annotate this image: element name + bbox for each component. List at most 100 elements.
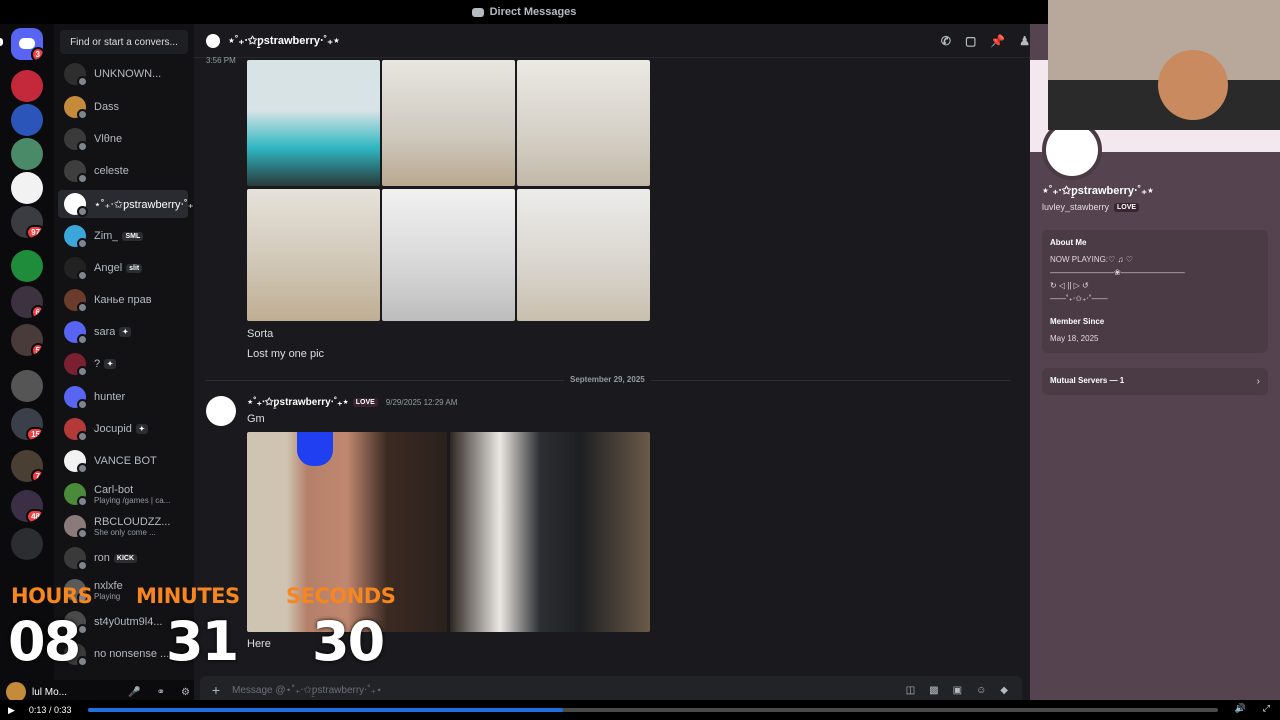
server-folder[interactable]: 15 (11, 408, 43, 440)
image-attachment[interactable] (247, 189, 380, 321)
dm-item[interactable]: celeste (58, 157, 188, 185)
user-name: lul Mo... (32, 686, 68, 698)
dm-item[interactable]: Angel slit (58, 254, 188, 282)
dm-text: UNKNOWN... (94, 68, 161, 80)
headphones-icon[interactable]: ⚭ (157, 687, 165, 698)
author-avatar[interactable] (206, 396, 236, 426)
apps-icon[interactable]: ◆ (1000, 685, 1008, 696)
dm-item[interactable]: Carl-bot Playing /games | ca... (58, 480, 188, 508)
message-author[interactable]: ⋆˚₊‧✩ƿ̱strawberry‧˚₊⋆ LOVE 9/29/2025 12:… (247, 397, 457, 408)
dm-name: hunter (94, 391, 126, 403)
server-icon[interactable] (11, 528, 43, 560)
server-icon[interactable] (11, 104, 43, 136)
dm-item[interactable]: Канье прав (58, 286, 188, 314)
server-folder[interactable]: 7 (11, 450, 43, 482)
image-attachment[interactable] (517, 60, 650, 186)
search-input[interactable]: Find or start a convers... (60, 30, 188, 54)
seek-bar[interactable] (88, 708, 1218, 712)
mutual-servers[interactable]: Mutual Servers — 1 › (1042, 368, 1268, 395)
dm-name: sara (94, 326, 116, 338)
dm-item[interactable]: Jocupid ✦ (58, 415, 188, 443)
playback-time: 0:13 / 0:33 (28, 705, 72, 715)
author-name[interactable]: ⋆˚₊‧✩ƿ̱strawberry‧˚₊⋆ (247, 397, 349, 408)
server-folder[interactable]: 48 (11, 490, 43, 522)
member-since-heading: Member Since (1050, 317, 1105, 326)
avatar (64, 96, 88, 120)
gift-icon[interactable]: ◫ (906, 685, 915, 696)
settings-gear-icon[interactable]: ⚙ (181, 687, 190, 698)
dm-tag: ✦ (104, 359, 116, 369)
play-icon[interactable]: ▶ (8, 705, 15, 716)
dm-text: hunter (94, 391, 125, 403)
server-folder[interactable]: 6 (11, 286, 43, 318)
home-button[interactable]: 3 (11, 28, 43, 60)
image-attachment[interactable] (450, 432, 650, 632)
image-attachment[interactable] (517, 189, 650, 321)
server-folder[interactable]: 97 (11, 206, 43, 238)
voice-call-icon[interactable]: ✆ (941, 34, 951, 48)
dm-name: Carl-bot (94, 483, 134, 496)
dm-name: Angel (94, 262, 123, 274)
microphone-icon[interactable]: 🎤 (128, 687, 140, 698)
mutual-servers-label: Mutual Servers — 1 (1050, 376, 1125, 385)
avatar (64, 547, 88, 571)
seconds-label: SECONDS (286, 584, 396, 608)
avatar (64, 257, 88, 281)
dm-item[interactable]: hunter (58, 383, 188, 411)
dm-item[interactable]: ⋆˚₊‧✩ƿ̱strawberry‧˚₊⋆... (58, 190, 194, 218)
dm-tag: SML (122, 231, 144, 241)
message-text: Gm (247, 413, 265, 425)
message-time: 9/29/2025 12:29 AM (385, 398, 458, 407)
emoji-icon[interactable]: ☺ (976, 685, 986, 696)
avatar (64, 450, 88, 474)
add-attachment-icon[interactable]: + (200, 682, 232, 698)
image-attachment[interactable] (247, 60, 380, 186)
dm-item[interactable]: Vlθnе (58, 125, 188, 153)
author-tag: LOVE (352, 398, 378, 407)
dm-status: She only come ... (94, 527, 156, 537)
dm-text: Dass (94, 101, 119, 113)
video-call-icon[interactable]: ▢ (965, 34, 976, 48)
server-folder[interactable] (11, 250, 43, 282)
avatar (64, 515, 88, 539)
profile-tag: LOVE (1114, 202, 1140, 212)
dm-tag: KICK (113, 553, 138, 563)
add-friends-icon[interactable]: ♟ (1019, 34, 1030, 48)
dm-item[interactable]: Zim_ SML (58, 222, 188, 250)
avatar (64, 128, 88, 152)
sticker-icon[interactable]: ▣ (953, 685, 962, 696)
image-attachment[interactable] (382, 189, 515, 321)
volume-icon[interactable]: 🔊 (1235, 703, 1246, 714)
seek-progress (88, 708, 563, 712)
avatar[interactable] (6, 682, 26, 702)
minutes-label: MINUTES (136, 584, 240, 608)
profile-username-row: luvley_stawberry LOVE (1042, 202, 1140, 212)
dm-tag: ✦ (135, 424, 148, 434)
dm-item[interactable]: ? ✦ (58, 350, 188, 378)
message-timestamp: 3:56 PM (206, 56, 236, 65)
dm-item[interactable]: RBCLOUDZZ... She only come ... (58, 512, 188, 540)
about-card: About Me NOW PLAYING:♡ ♫ ♡ ————————❀————… (1042, 230, 1268, 353)
server-icon[interactable] (11, 370, 43, 402)
server-icon[interactable] (11, 138, 43, 170)
composer-placeholder[interactable]: Message @⋆˚₊‧✩ƿ̱strawberry‧˚₊⋆ (232, 685, 906, 696)
dm-item[interactable]: Dass (58, 93, 188, 121)
about-text: NOW PLAYING:♡ ♫ ♡ ————————❀———————— ↻ ◁ … (1050, 255, 1185, 303)
dm-item[interactable]: ron KICK (58, 544, 188, 572)
dm-item[interactable]: VANCE BOT (58, 447, 188, 475)
seconds-value: 30 (312, 610, 385, 673)
dm-name: ? (94, 358, 101, 370)
server-folder[interactable]: 5 (11, 324, 43, 356)
server-icon[interactable] (11, 70, 43, 102)
webcam-overlay (1048, 0, 1280, 130)
image-attachment[interactable] (382, 60, 515, 186)
avatar (64, 289, 88, 313)
dm-tag: ✦ (119, 327, 132, 337)
dm-text: Carl-bot Playing /games | ca... (94, 484, 170, 505)
gif-icon[interactable]: ▩ (929, 685, 938, 696)
dm-item[interactable]: sara ✦ (58, 318, 188, 346)
dm-item[interactable]: UNKNOWN... (58, 60, 188, 88)
pin-icon[interactable]: 📌 (990, 34, 1005, 48)
fullscreen-exit-icon[interactable]: ⤢ (1263, 703, 1270, 714)
server-icon[interactable] (11, 172, 43, 204)
